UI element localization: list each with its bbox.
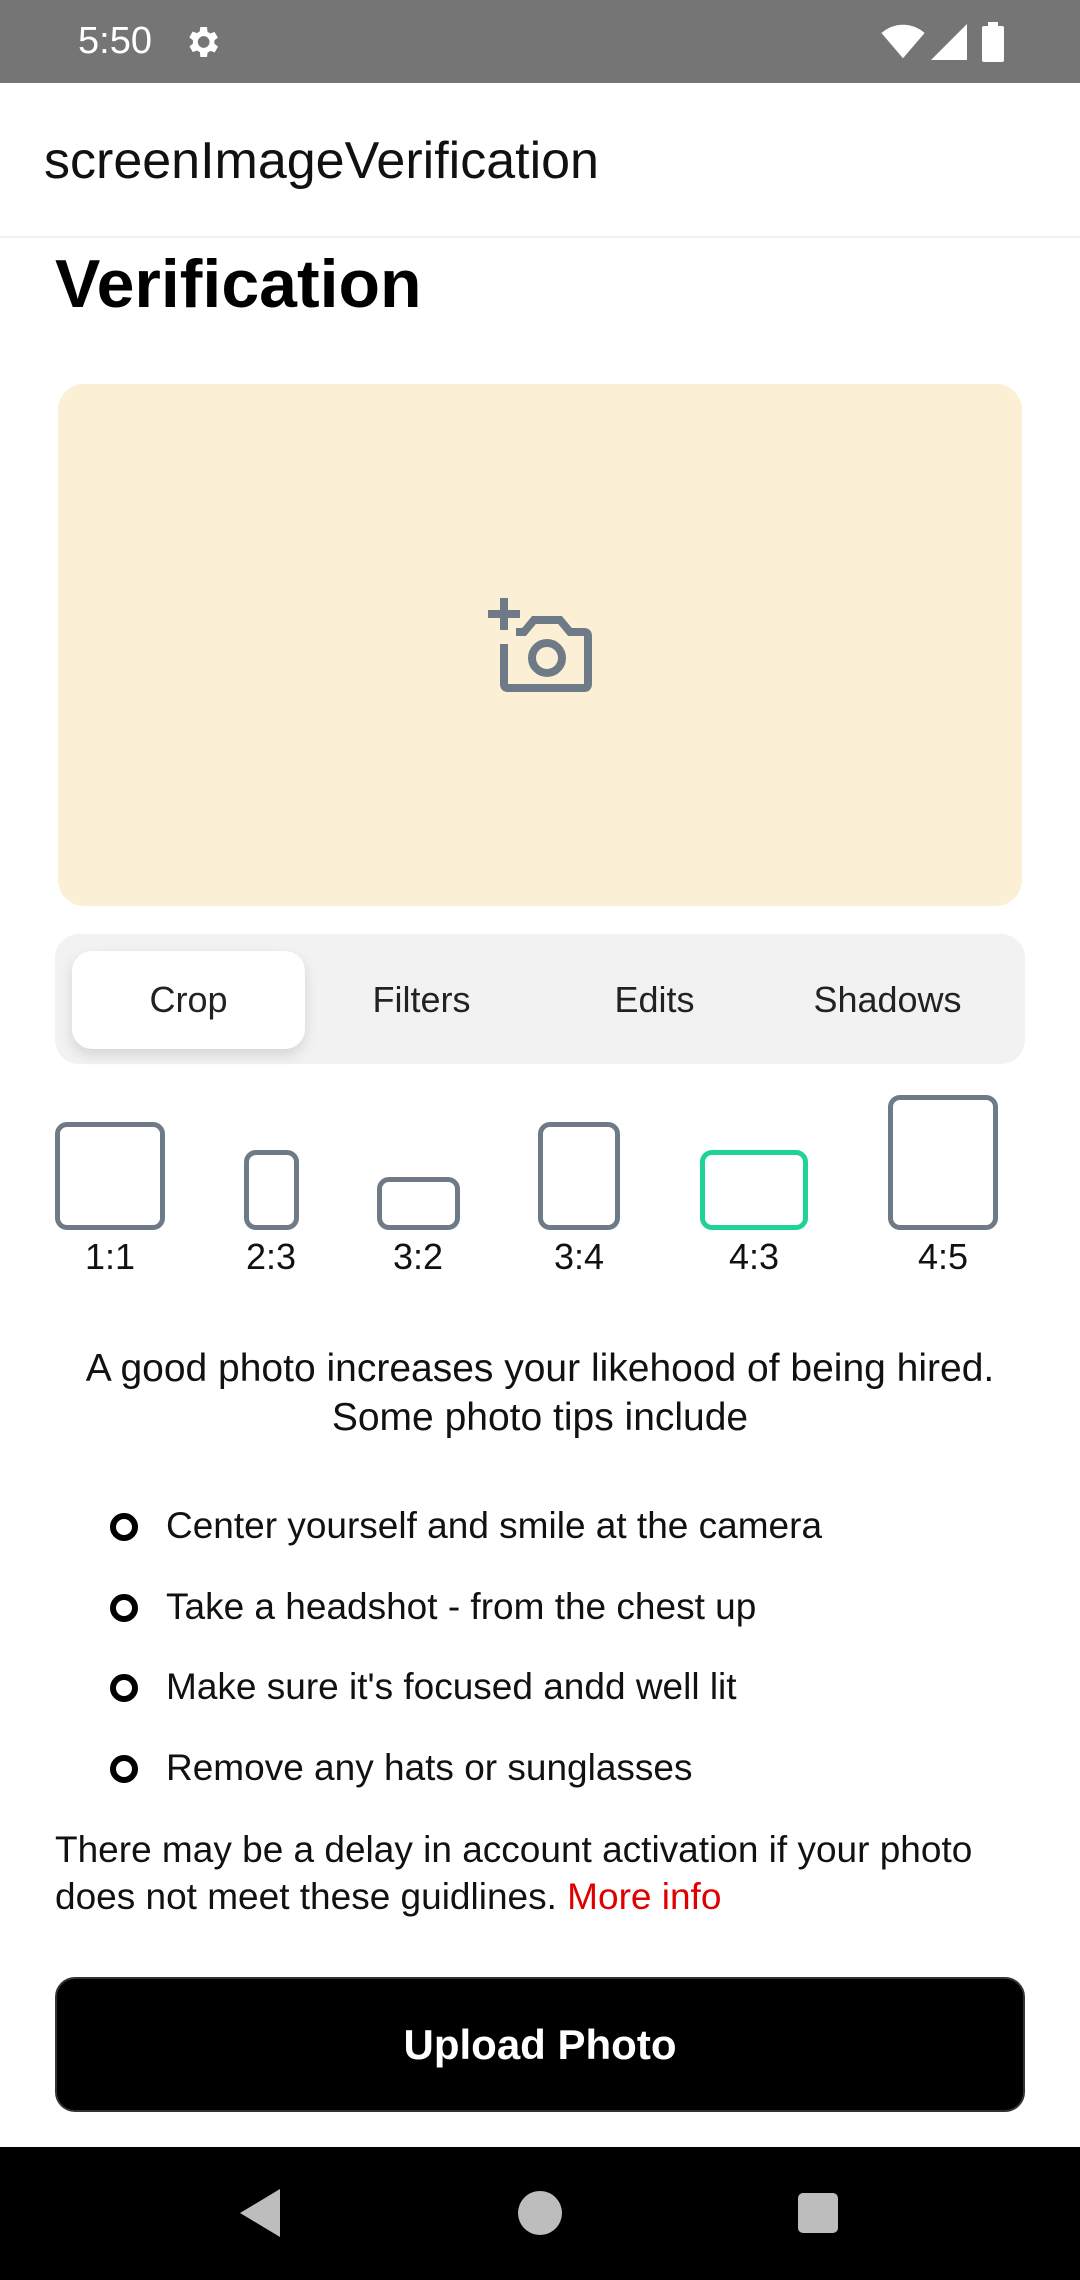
battery-icon <box>982 22 1004 62</box>
photo-tips-intro: A good photo increases your likehood of … <box>85 1347 995 1439</box>
notice-text: There may be a delay in account activati… <box>55 1829 973 1917</box>
nav-home-icon[interactable] <box>518 2191 562 2235</box>
list-item: Take a headshot - from the chest up <box>108 1586 1008 1636</box>
more-info-link[interactable]: More info <box>567 1876 721 1917</box>
edit-tab-bar: Crop Filters Edits Shadows <box>55 934 1025 1064</box>
ratio-option-3-2[interactable] <box>377 1177 460 1230</box>
app-bar: screenImageVerification <box>0 83 1080 238</box>
settings-gear-icon <box>189 27 218 57</box>
tip-text: Take a headshot - from the chest up <box>166 1586 757 1627</box>
bullet-circle-icon <box>110 1594 138 1622</box>
upload-photo-button[interactable]: Upload Photo <box>55 1977 1025 2112</box>
bullet-circle-icon <box>110 1674 138 1702</box>
photo-upload-area[interactable] <box>58 384 1022 906</box>
ratio-option-1-1[interactable] <box>55 1122 165 1230</box>
system-nav-bar <box>0 2147 1080 2280</box>
tab-shadows[interactable]: Shadows <box>771 951 1004 1049</box>
bullet-circle-icon <box>110 1755 138 1783</box>
ratio-option-2-3[interactable] <box>244 1150 299 1230</box>
cell-signal-icon <box>931 24 967 60</box>
add-photo-camera-icon[interactable] <box>486 594 596 694</box>
activation-notice: There may be a delay in account activati… <box>55 1826 1035 1920</box>
ratio-option-3-4[interactable] <box>538 1122 620 1230</box>
tip-text: Make sure it's focused andd well lit <box>166 1666 737 1707</box>
wifi-icon <box>881 24 925 59</box>
app-title: screenImageVerification <box>44 132 599 190</box>
tab-edits[interactable]: Edits <box>538 951 771 1049</box>
list-item: Make sure it's focused andd well lit <box>108 1666 1008 1716</box>
tab-filters[interactable]: Filters <box>305 951 538 1049</box>
tip-text: Center yourself and smile at the camera <box>166 1505 823 1546</box>
ratio-label: 2:3 <box>245 1236 297 1277</box>
ratio-label: 3:4 <box>553 1236 605 1277</box>
list-item: Center yourself and smile at the camera <box>108 1505 1008 1555</box>
nav-recents-icon[interactable] <box>798 2193 838 2233</box>
ratio-label: 3:2 <box>392 1236 444 1277</box>
ratio-option-4-3[interactable] <box>700 1150 808 1230</box>
status-time: 5:50 <box>78 20 152 62</box>
nav-back-icon[interactable] <box>236 2187 282 2239</box>
tab-crop[interactable]: Crop <box>72 951 305 1049</box>
tip-text: Remove any hats or sunglasses <box>166 1747 693 1788</box>
bullet-circle-icon <box>110 1513 138 1541</box>
page-title: Verification <box>55 246 422 322</box>
ratio-label: 1:1 <box>84 1236 136 1277</box>
ratio-label: 4:5 <box>917 1236 969 1277</box>
status-bar: 5:50 <box>0 0 1080 83</box>
list-item: Remove any hats or sunglasses <box>108 1747 1008 1797</box>
ratio-label: 4:3 <box>728 1236 780 1277</box>
ratio-option-4-5[interactable] <box>888 1095 998 1230</box>
